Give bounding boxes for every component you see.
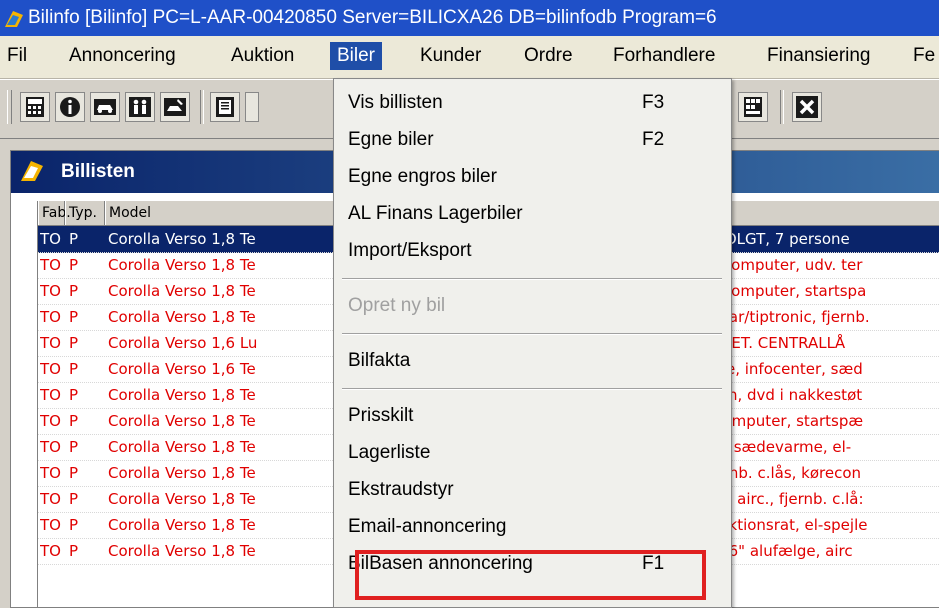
cell-model: Corolla Verso 1,8 Te [108,438,256,456]
window-title: Bilinfo [Bilinfo] PC=L-AAR-00420850 Serv… [28,7,717,28]
menu-item-import-eksport[interactable]: Import/Eksport [334,233,730,269]
menu-item-label: Opret ny bil [348,295,446,316]
car-wrench-icon[interactable] [160,92,190,122]
cell-typ: P [69,412,79,430]
cell-typ: P [69,256,79,274]
cell-fab: TO [40,464,61,482]
menu-item-label: Import/Eksport [348,240,472,261]
cell-typ: P [69,386,79,404]
cell-model: Corolla Verso 1,8 Te [108,282,256,300]
menu-item-label: Ekstraudstyr [348,479,454,500]
menu-item-bilfakta[interactable]: Bilfakta [334,343,730,379]
cell-typ: P [69,438,79,456]
menu-item-label: Egne engros biler [348,166,497,187]
menu-item-label: Bilfakta [348,350,411,371]
car-icon[interactable] [90,92,120,122]
calculator-icon[interactable] [20,92,50,122]
menu-item-vis-billisten[interactable]: Vis billisten F3 [334,85,730,121]
cell-typ: P [69,230,79,248]
cell-fab: TO [40,230,61,248]
toolbar-grip[interactable] [7,90,12,124]
menu-separator [342,388,722,390]
cell-fab: TO [40,490,61,508]
cell-model: Corolla Verso 1,8 Te [108,542,256,560]
cell-model: Corolla Verso 1,6 Te [108,360,256,378]
menu-annoncering[interactable]: Annoncering [62,42,183,70]
cell-model: Corolla Verso 1,8 Te [108,386,256,404]
cell-typ: P [69,282,79,300]
menu-item-opret-ny-bil: Opret ny bil [334,288,730,324]
highlight-annotation [355,550,706,600]
app-logo-icon [5,11,23,27]
menu-item-shortcut: F3 [642,92,665,113]
window-titlebar: Bilinfo [Bilinfo] PC=L-AAR-00420850 Serv… [0,0,939,36]
menu-item-label: Egne biler [348,129,434,150]
people-icon[interactable] [125,92,155,122]
header-typ[interactable]: Typ. [65,201,105,225]
document-icon[interactable] [210,92,240,122]
cell-typ: P [69,464,79,482]
menu-item-label: Lagerliste [348,442,431,463]
menu-bar: Fil Annoncering Auktion Biler Kunder Ordre For… [0,36,939,79]
cell-model: Corolla Verso 1,8 Te [108,516,256,534]
menu-item-shortcut: F2 [642,129,665,150]
header-fab[interactable]: Fab. [38,201,71,225]
cell-typ: P [69,542,79,560]
menu-item-ekstraudstyr[interactable]: Ekstraudstyr [334,472,730,508]
toolbar-separator [780,90,784,124]
cell-model: Corolla Verso 1,8 Te [108,308,256,326]
cell-fab: TO [40,360,61,378]
cell-typ: P [69,360,79,378]
cell-fab: TO [40,282,61,300]
cell-fab: TO [40,386,61,404]
menu-item-egne-biler[interactable]: Egne biler F2 [334,122,730,158]
menu-item-label: Email-annoncering [348,516,507,537]
menu-item-lagerliste[interactable]: Lagerliste [334,435,730,471]
cell-model: Corolla Verso 1,8 Te [108,230,256,248]
info-icon[interactable] [55,92,85,122]
cell-typ: P [69,516,79,534]
menu-item-label: Vis billisten [348,92,443,113]
close-icon[interactable] [792,92,822,122]
cell-fab: TO [40,412,61,430]
cell-model: Corolla Verso 1,8 Te [108,490,256,508]
menu-item-egne-engros-biler[interactable]: Egne engros biler [334,159,730,195]
menu-separator [342,278,722,280]
menu-item-prisskilt[interactable]: Prisskilt [334,398,730,434]
cell-model: Corolla Verso 1,6 Lu [108,334,258,352]
menu-item-email-annoncering[interactable]: Email-annoncering [334,509,730,545]
cell-fab: TO [40,256,61,274]
toolbar-separator [200,90,204,124]
keyboard-icon[interactable] [738,92,768,122]
cell-typ: P [69,334,79,352]
cell-fab: TO [40,334,61,352]
cell-fab: TO [40,542,61,560]
partial-icon[interactable] [245,92,259,122]
cell-model: Corolla Verso 1,8 Te [108,464,256,482]
menu-forhandlere[interactable]: Forhandlere [606,42,722,70]
menu-kunder[interactable]: Kunder [413,42,488,70]
cell-fab: TO [40,308,61,326]
cell-fab: TO [40,516,61,534]
menu-finansiering[interactable]: Finansiering [760,42,878,70]
menu-item-label: AL Finans Lagerbiler [348,203,523,224]
cell-model: Corolla Verso 1,8 Te [108,412,256,430]
billisten-title: Billisten [61,161,135,182]
window-logo-icon [21,161,43,181]
cell-fab: TO [40,438,61,456]
menu-item-al-finans-lagerbiler[interactable]: AL Finans Lagerbiler [334,196,730,232]
menu-item-label: Prisskilt [348,405,414,426]
cell-typ: P [69,490,79,508]
menu-fil[interactable]: Fil [0,42,34,70]
biler-dropdown-menu: Vis billisten F3 Egne biler F2 Egne engros b… [333,78,732,608]
cell-model: Corolla Verso 1,8 Te [108,256,256,274]
menu-biler[interactable]: Biler [330,42,383,70]
menu-fe[interactable]: Fe [906,42,939,70]
cell-typ: P [69,308,79,326]
menu-separator [342,333,722,335]
menu-ordre[interactable]: Ordre [517,42,580,70]
menu-auktion[interactable]: Auktion [224,42,301,70]
